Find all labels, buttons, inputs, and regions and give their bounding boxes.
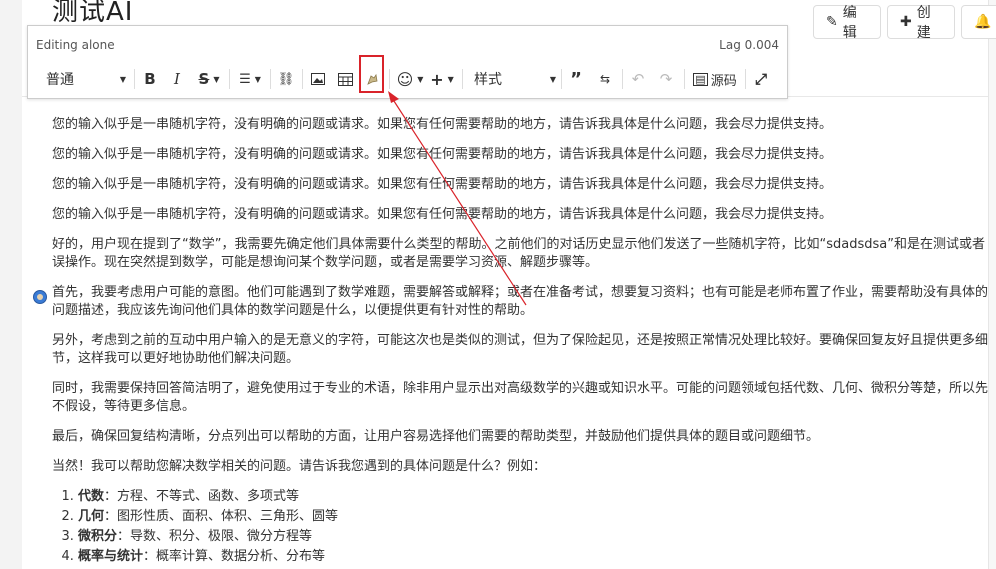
list-item: 概率与统计：概率计算、数据分析、分布等 — [78, 548, 992, 566]
format-select[interactable]: 普通 ▼ — [40, 66, 126, 92]
list-item: 几何：图形性质、面积、体积、三角形、圆等 — [78, 508, 992, 526]
blockquote-button[interactable]: ” — [566, 66, 586, 92]
list-item: 代数：方程、不等式、函数、多项式等 — [78, 488, 992, 506]
strikethrough-icon: S — [198, 70, 210, 88]
format-select-value: 普通 — [46, 72, 74, 88]
plus-icon: ✚ — [900, 14, 912, 30]
toolbar-separator — [302, 69, 303, 89]
image-icon — [311, 73, 325, 85]
paragraph: 您的输入似乎是一串随机字符，没有明确的问题或请求。如果您有任何需要帮助的地方，请… — [52, 147, 833, 162]
toolbar-separator — [561, 69, 562, 89]
paragraph: 同时，我需要保持回答简洁明了，避免使用过于专业的术语，除非用户显示出对高级数学的… — [52, 381, 989, 414]
chevron-down-icon: ▼ — [254, 74, 261, 84]
link-icon: ⛓ — [277, 71, 295, 87]
highlight-box — [359, 55, 384, 93]
paragraph: 最后，确保回复结构清晰，分点列出可以帮助的方面，让用户容易选择他们需要的帮助类型… — [52, 429, 820, 444]
editor-toolbar: Editing alone Lag 0.004 普通 ▼ B I S ▼ ☰ ▼… — [27, 25, 788, 99]
link-button[interactable]: ⛓ — [276, 66, 296, 92]
paragraph: 另外，考虑到之前的互动中用户输入的是无意义的字符，可能这次也是类似的测试，但为了… — [52, 333, 989, 366]
style-select-value: 样式 — [474, 72, 502, 88]
plus-icon: + — [430, 69, 444, 89]
lag-indicator: Lag 0.004 — [719, 38, 779, 52]
edit-button-label: 编辑 — [842, 5, 857, 41]
chevron-down-icon: ▼ — [213, 74, 220, 84]
toolbar-separator — [270, 69, 271, 89]
source-button-label: 源码 — [710, 73, 737, 89]
left-gutter — [0, 0, 22, 569]
pencil-icon: ✎ — [826, 14, 838, 30]
page-title: 测试AI — [52, 0, 134, 27]
source-button[interactable]: ▤ 源码 — [691, 66, 739, 92]
table-icon — [337, 72, 353, 86]
bold-button[interactable]: B — [140, 66, 160, 92]
list-button[interactable]: ☰ ▼ — [235, 66, 265, 92]
redo-button[interactable]: ↷ — [656, 66, 676, 92]
toolbar-separator — [229, 69, 230, 89]
create-button-label: 创建 — [916, 5, 931, 41]
toolbar-row: 普通 ▼ B I S ▼ ☰ ▼ ⛓ ☺ ▼ + ▼ 样式 ▼ ” ⇆ ↶ ↷ … — [28, 55, 787, 94]
editing-status: Editing alone — [36, 38, 115, 52]
toolbar-separator — [389, 69, 390, 89]
chevron-down-icon: ▼ — [417, 74, 424, 84]
toolbar-separator — [622, 69, 623, 89]
strikethrough-button[interactable]: S ▼ — [194, 66, 224, 92]
numbered-list: 代数：方程、不等式、函数、多项式等 几何：图形性质、面积、体积、三角形、圆等 微… — [78, 488, 992, 566]
emoji-button[interactable]: ☺ ▼ — [394, 66, 426, 92]
toolbar-separator — [134, 69, 135, 89]
toolbar-separator — [462, 69, 463, 89]
style-select[interactable]: 样式 ▼ — [470, 66, 556, 92]
avatar — [33, 290, 47, 304]
fullscreen-button[interactable]: ⤢ — [751, 66, 771, 92]
source-icon: ▤ — [693, 72, 708, 86]
edit-button[interactable]: ✎ 编辑 — [813, 5, 881, 41]
italic-button[interactable]: I — [167, 66, 187, 92]
image-button[interactable] — [308, 66, 328, 92]
paragraph: 当然！我可以帮助您解决数学相关的问题。请告诉我您遇到的具体问题是什么？例如： — [52, 459, 547, 474]
italic-icon: I — [174, 70, 180, 88]
toolbar-separator — [684, 69, 685, 89]
table-button[interactable] — [335, 66, 355, 92]
chevron-down-icon: ▼ — [549, 74, 556, 84]
bell-icon: 🔔 — [974, 14, 992, 30]
quote-icon: ” — [570, 68, 582, 90]
chevron-down-icon: ▼ — [119, 74, 126, 84]
editor-content[interactable]: 您的输入似乎是一串随机字符，没有明确的问题或请求。如果您有任何需要帮助的地方，请… — [52, 116, 992, 568]
list-item: 微积分：导数、积分、极限、微分方程等 — [78, 528, 992, 546]
insert-button[interactable]: + ▼ — [428, 66, 456, 92]
paragraph: 您的输入似乎是一串随机字符，没有明确的问题或请求。如果您有任何需要帮助的地方，请… — [52, 177, 833, 192]
text-direction-icon: ⇆ — [599, 72, 611, 86]
create-button[interactable]: ✚ 创建 — [887, 5, 955, 41]
smiley-icon: ☺ — [396, 69, 414, 89]
redo-icon: ↷ — [659, 70, 673, 88]
text-direction-button[interactable]: ⇆ — [594, 66, 616, 92]
notifications-button[interactable]: 🔔 — [961, 5, 996, 39]
undo-button[interactable]: ↶ — [628, 66, 648, 92]
paragraph: 您的输入似乎是一串随机字符，没有明确的问题或请求。如果您有任何需要帮助的地方，请… — [52, 207, 833, 222]
bold-icon: B — [144, 70, 156, 88]
undo-icon: ↶ — [631, 70, 645, 88]
paragraph: 首先，我要考虑用户可能的意图。他们可能遇到了数学难题，需要解答或解释；或者在准备… — [52, 285, 989, 318]
paragraph: 好的，用户现在提到了“数学”，我需要先确定他们具体需要什么类型的帮助。之前他们的… — [52, 237, 985, 270]
chevron-down-icon: ▼ — [447, 74, 454, 84]
fullscreen-icon: ⤢ — [754, 70, 767, 88]
toolbar-separator — [745, 69, 746, 89]
paragraph: 您的输入似乎是一串随机字符，没有明确的问题或请求。如果您有任何需要帮助的地方，请… — [52, 117, 833, 132]
bulleted-list-icon: ☰ — [239, 71, 251, 87]
